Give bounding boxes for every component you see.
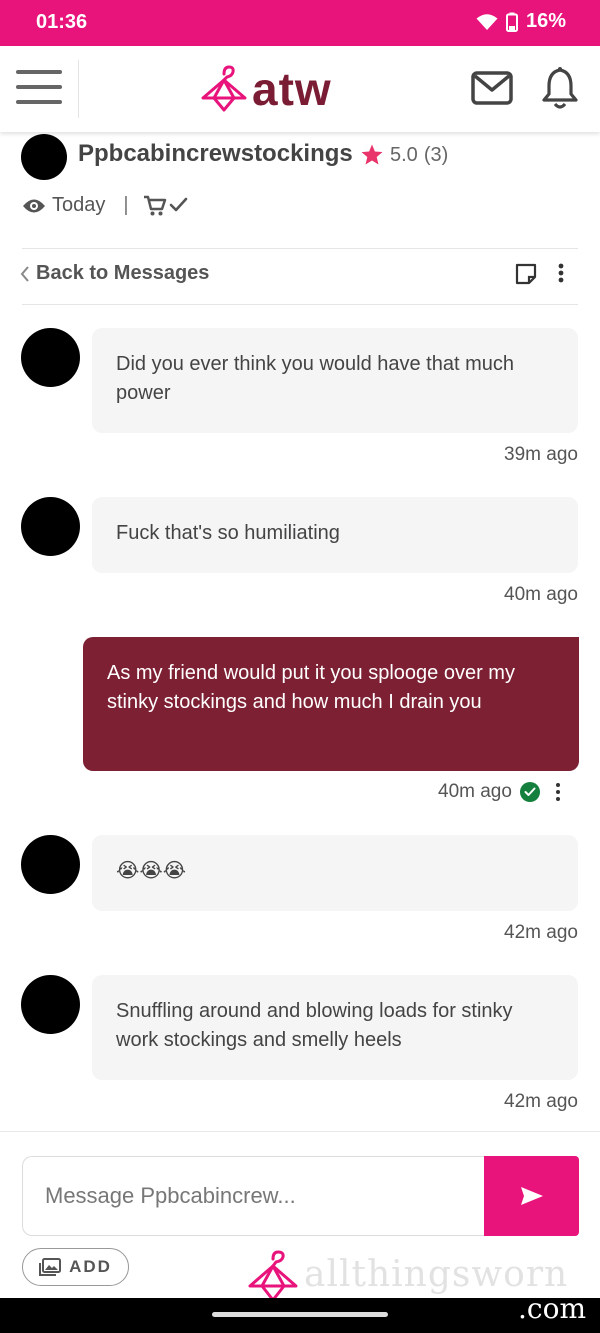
message-options-icon[interactable] [553, 782, 563, 802]
message-time: 42m ago [504, 922, 578, 943]
cart-check-icon [143, 195, 187, 215]
sender-avatar[interactable] [21, 975, 80, 1034]
battery-icon [505, 12, 518, 32]
read-check-icon [519, 782, 540, 802]
watermark-text: allthingsworn [304, 1254, 569, 1295]
messages-icon[interactable] [470, 70, 514, 106]
watermark-suffix: .com [518, 1292, 586, 1325]
logo-text: atw [252, 63, 332, 115]
send-button[interactable] [484, 1156, 579, 1236]
send-icon [520, 1187, 543, 1205]
thread-options-icon[interactable] [552, 262, 570, 286]
home-gesture-handle[interactable] [212, 1312, 388, 1317]
sender-avatar[interactable] [21, 328, 80, 387]
notifications-bell-icon[interactable] [540, 66, 580, 110]
message-bubble: Did you ever think you would have that m… [92, 328, 578, 433]
divider [22, 304, 578, 305]
hanger-watermark-icon [248, 1250, 298, 1302]
add-attachment-button[interactable]: ADD [22, 1248, 129, 1286]
back-to-messages-link[interactable]: Back to Messages [20, 262, 209, 285]
back-label: Back to Messages [36, 262, 210, 284]
message-bubble: Fuck that's so humiliating [92, 497, 578, 573]
image-icon [39, 1258, 62, 1276]
header-divider [78, 60, 79, 118]
chevron-left-icon [20, 265, 29, 282]
message-bubble: 😭😭😭 [92, 835, 578, 911]
rating-value: 5.0 [390, 143, 418, 166]
eye-icon [23, 199, 45, 212]
meta-separator: | [123, 194, 129, 216]
seller-avatar[interactable] [21, 134, 67, 180]
add-label: ADD [69, 1257, 112, 1276]
sent-message-meta: 40m ago [438, 781, 540, 803]
menu-icon[interactable] [16, 70, 62, 108]
rating-count: (3) [423, 143, 449, 166]
composer-divider [0, 1131, 600, 1132]
logo[interactable]: atw [200, 64, 332, 114]
sticky-note-icon[interactable] [514, 262, 538, 286]
status-bar: 01:36 16% [0, 0, 600, 46]
star-icon [361, 144, 383, 165]
seller-name[interactable]: Ppbcabincrewstockings [78, 140, 353, 168]
seller-meta: Today | [22, 194, 189, 217]
hanger-logo-icon [201, 65, 247, 112]
sender-avatar[interactable] [21, 497, 80, 556]
message-time: 40m ago [438, 781, 512, 802]
status-time: 01:36 [36, 11, 88, 33]
divider [22, 248, 578, 249]
message-time: 40m ago [504, 584, 578, 605]
sent-message-bubble: As my friend would put it you splooge ov… [83, 637, 579, 771]
sender-avatar[interactable] [21, 835, 80, 894]
app-header: atw [0, 46, 600, 132]
message-bubble: Snuffling around and blowing loads for s… [92, 975, 578, 1080]
wifi-icon [476, 13, 498, 30]
battery-level: 16% [525, 10, 566, 32]
message-time: 39m ago [504, 444, 578, 465]
message-input[interactable] [22, 1156, 484, 1236]
status-right: 16% [476, 10, 566, 33]
message-time: 42m ago [504, 1091, 578, 1112]
last-seen: Today [52, 194, 106, 216]
seller-rating: 5.0 (3) [360, 143, 448, 167]
system-nav-bar [0, 1298, 600, 1333]
